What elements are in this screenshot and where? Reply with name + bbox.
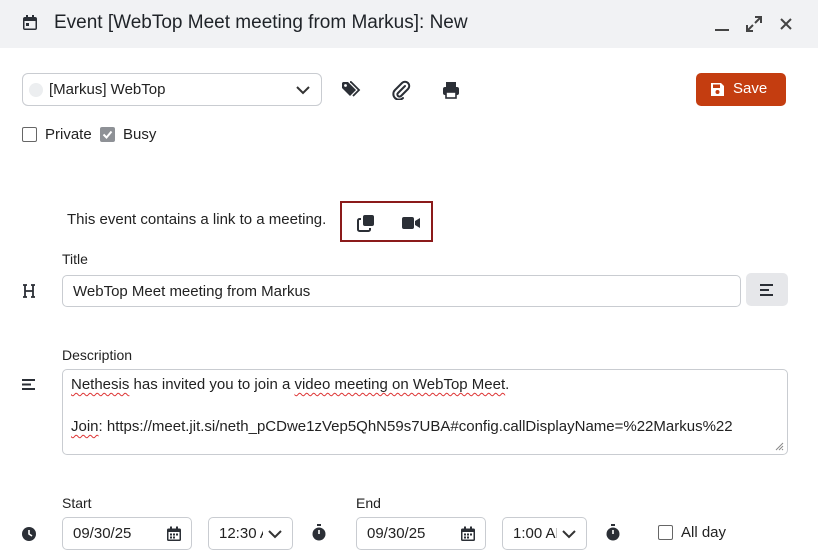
end-date-value: 09/30/25: [367, 525, 426, 542]
resize-handle-icon[interactable]: [774, 441, 784, 451]
end-time-select[interactable]: 1:00 AM: [502, 517, 587, 550]
title-suggestions-button[interactable]: [746, 273, 788, 306]
allday-checkbox[interactable]: All day: [658, 524, 726, 541]
video-icon[interactable]: [401, 214, 421, 232]
calendar-select-value: [Markus] WebTop: [49, 81, 166, 98]
clock-icon: [22, 527, 36, 541]
calendar-picker-icon[interactable]: [166, 526, 182, 542]
description-text: video meeting on WebTop Meet: [294, 376, 506, 393]
tag-icon[interactable]: [341, 80, 361, 100]
maximize-icon: [746, 16, 762, 32]
private-label: Private: [45, 126, 92, 143]
calendar-icon: [23, 15, 37, 30]
busy-label: Busy: [123, 126, 157, 143]
save-button-label: Save: [733, 80, 768, 97]
close-button[interactable]: [774, 12, 798, 36]
heading-icon: [23, 284, 35, 298]
start-label: Start: [62, 495, 92, 511]
print-icon[interactable]: [441, 80, 461, 100]
title-input-value: WebTop Meet meeting from Markus: [73, 283, 311, 300]
description-line-1: Nethesis has invited you to join a video…: [71, 376, 509, 393]
private-checkbox-box[interactable]: [22, 127, 37, 142]
description-text: Join: [71, 418, 99, 435]
chevron-down-icon: [296, 86, 310, 95]
title-input[interactable]: WebTop Meet meeting from Markus: [62, 275, 741, 307]
paperclip-icon[interactable]: [391, 80, 411, 100]
calendar-select[interactable]: [Markus] WebTop: [22, 73, 322, 106]
copy-icon[interactable]: [357, 214, 375, 232]
allday-label: All day: [681, 524, 727, 541]
busy-checkbox[interactable]: Busy: [100, 126, 156, 143]
save-button[interactable]: Save: [696, 73, 786, 106]
save-icon: [711, 83, 724, 96]
title-label: Title: [62, 251, 88, 267]
calendar-color-dot: [29, 83, 43, 97]
description-text: has invited you to join a: [129, 376, 295, 393]
start-date-input[interactable]: 09/30/25: [62, 517, 192, 550]
meeting-notice: This event contains a link to a meeting.: [67, 211, 327, 228]
timer-icon[interactable]: [311, 524, 327, 541]
meeting-actions-highlight: [340, 201, 433, 242]
chevron-down-icon: [562, 530, 576, 539]
close-icon: [780, 18, 792, 30]
description-text: : https://meet.jit.si/neth_pCDwe1zVep5Qh…: [98, 418, 733, 435]
start-time-value: 12:30 AM: [219, 525, 263, 542]
private-checkbox[interactable]: Private: [22, 126, 92, 143]
timer-icon[interactable]: [605, 524, 621, 541]
description-text: Nethesis: [71, 376, 130, 393]
description-label: Description: [62, 347, 133, 363]
end-label: End: [356, 495, 381, 511]
description-text: .: [505, 376, 510, 393]
window-titlebar: Event [WebTop Meet meeting from Markus]:…: [0, 0, 818, 48]
chevron-down-icon: [268, 530, 282, 539]
maximize-button[interactable]: [742, 12, 766, 36]
align-left-icon: [760, 283, 773, 296]
end-date-input[interactable]: 09/30/25: [356, 517, 486, 550]
allday-checkbox-box[interactable]: [658, 525, 673, 540]
description-textarea[interactable]: Nethesis has invited you to join a video…: [62, 369, 788, 455]
align-left-icon: [22, 379, 35, 390]
minimize-icon: [715, 29, 729, 31]
start-date-value: 09/30/25: [73, 525, 132, 542]
minimize-button[interactable]: [710, 12, 734, 36]
start-time-select[interactable]: 12:30 AM: [208, 517, 293, 550]
end-time-value: 1:00 AM: [513, 525, 557, 542]
busy-checkbox-box[interactable]: [100, 127, 115, 142]
check-icon: [102, 130, 113, 139]
window-title: Event [WebTop Meet meeting from Markus]:…: [54, 12, 468, 33]
description-line-2: Join: https://meet.jit.si/neth_pCDwe1zVe…: [71, 418, 733, 435]
calendar-picker-icon[interactable]: [460, 526, 476, 542]
